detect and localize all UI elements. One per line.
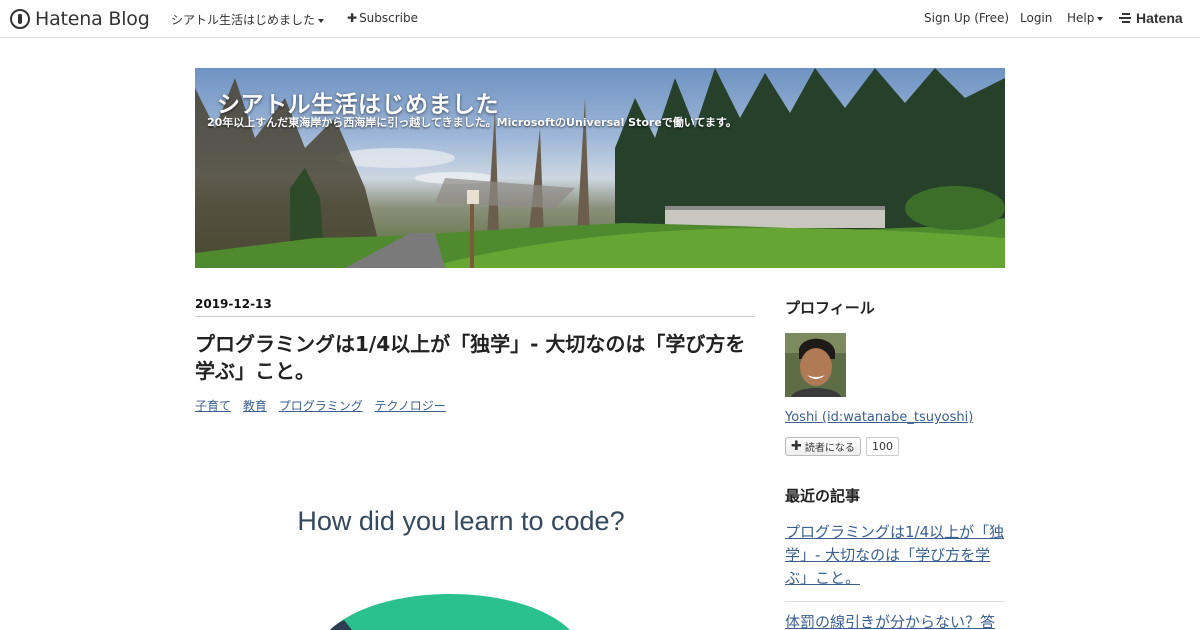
plus-icon: ✚ bbox=[791, 439, 802, 454]
profile-link[interactable]: Yoshi (id:watanabe_tsuyoshi) bbox=[785, 410, 973, 425]
hatena-blog-logo[interactable]: Hatena Blog bbox=[10, 8, 150, 30]
signup-link[interactable]: Sign Up (Free) bbox=[924, 11, 1009, 25]
category-link[interactable]: 教育 bbox=[243, 399, 267, 413]
category-link[interactable]: 子育て bbox=[195, 399, 231, 413]
reader-button-label: 読者になる bbox=[804, 443, 855, 454]
category-link[interactable]: テクノロジー bbox=[375, 399, 446, 413]
blog-menu-dropdown[interactable]: シアトル生活はじめました bbox=[171, 11, 325, 28]
brand-text: Hatena Blog bbox=[35, 8, 150, 30]
profile-heading: プロフィール bbox=[785, 299, 875, 317]
hatena-mark-icon bbox=[1119, 12, 1133, 24]
post-date[interactable]: 2019-12-13 bbox=[195, 297, 272, 311]
hatena-pen-icon bbox=[10, 9, 30, 29]
blog-header-banner[interactable]: シアトル生活はじめました 20年以上すんだ東海岸から西海岸に引っ越してきました。… bbox=[195, 68, 1005, 268]
recent-posts-heading: 最近の記事 bbox=[785, 487, 861, 505]
plus-icon: ✚ bbox=[347, 11, 358, 25]
figure-title: How did you learn to code? bbox=[297, 506, 625, 536]
reader-count[interactable]: 100 bbox=[866, 437, 899, 456]
category-link[interactable]: プログラミング bbox=[279, 399, 363, 413]
help-menu[interactable]: Help bbox=[1067, 11, 1104, 25]
subscribe-label: Subscribe bbox=[359, 11, 419, 25]
blog-description: 20年以上すんだ東海岸から西海岸に引っ越してきました。MicrosoftのUni… bbox=[207, 116, 737, 129]
login-link[interactable]: Login bbox=[1020, 11, 1052, 25]
hatena-logo-text: Hatena bbox=[1136, 10, 1183, 26]
profile-avatar[interactable] bbox=[785, 333, 846, 397]
subscribe-button[interactable]: ✚ Subscribe bbox=[347, 11, 418, 25]
global-header: Hatena Blog シアトル生活はじめました ✚ Subscribe Sign… bbox=[0, 0, 1200, 38]
subscribe-reader-button[interactable]: ✚ 読者になる bbox=[785, 437, 861, 456]
help-label: Help bbox=[1067, 11, 1095, 25]
post-categories: 子育て 教育 プログラミング テクノロジー bbox=[195, 397, 454, 414]
recent-post-link[interactable]: 体罰の線引きが分からない？答 bbox=[785, 611, 1005, 630]
date-divider bbox=[195, 316, 755, 317]
pie-slice-green bbox=[330, 594, 570, 630]
pie-chart-image bbox=[330, 594, 570, 630]
caret-down-icon bbox=[318, 18, 325, 23]
blog-menu-label: シアトル生活はじめました bbox=[171, 13, 316, 27]
post-title[interactable]: プログラミングは1/4以上が「独学」- 大切なのは「学び方を学ぶ」こと。 bbox=[195, 331, 755, 385]
hatena-logo[interactable]: Hatena bbox=[1119, 10, 1183, 26]
caret-down-icon bbox=[1097, 16, 1104, 21]
recent-post-link[interactable]: プログラミングは1/4以上が「独学」- 大切なのは「学び方を学ぶ」こと。 bbox=[785, 521, 1005, 590]
recent-divider bbox=[785, 601, 1005, 602]
